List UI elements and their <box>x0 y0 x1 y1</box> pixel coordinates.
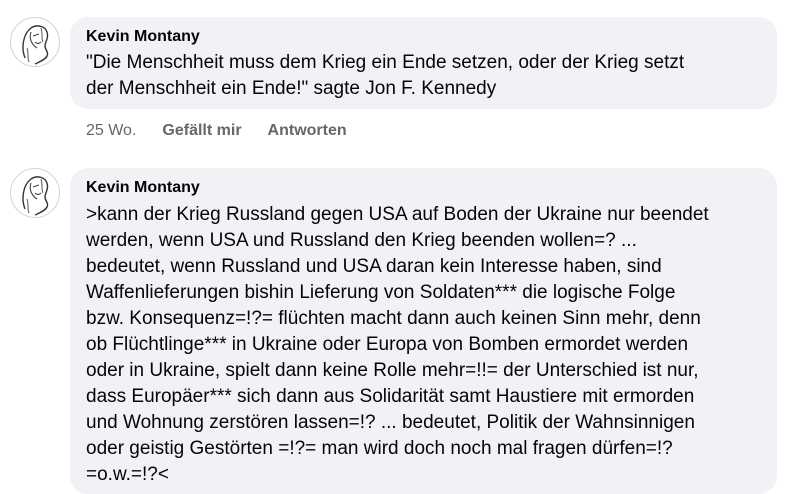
comment-text: >kann der Krieg Russland gegen USA auf B… <box>86 204 709 485</box>
comment-bubble: Kevin Montany "Die Menschheit muss dem K… <box>70 17 777 109</box>
comment-author[interactable]: Kevin Montany <box>86 178 761 198</box>
sketch-face-avatar-icon <box>22 25 49 65</box>
comment-actions: 25 Wo. Gefällt mir Antworten <box>86 121 373 141</box>
comment-timestamp[interactable]: 25 Wo. <box>86 121 136 141</box>
avatar[interactable] <box>10 168 60 218</box>
comment-text: "Die Menschheit muss dem Krieg ein Ende … <box>86 52 685 99</box>
comment-bubble: Kevin Montany >kann der Krieg Russland g… <box>70 168 777 494</box>
comment-author[interactable]: Kevin Montany <box>86 27 761 47</box>
avatar[interactable] <box>10 17 60 67</box>
reply-button[interactable]: Antworten <box>268 121 347 141</box>
like-button[interactable]: Gefällt mir <box>162 121 241 141</box>
sketch-face-avatar-icon <box>22 176 49 216</box>
